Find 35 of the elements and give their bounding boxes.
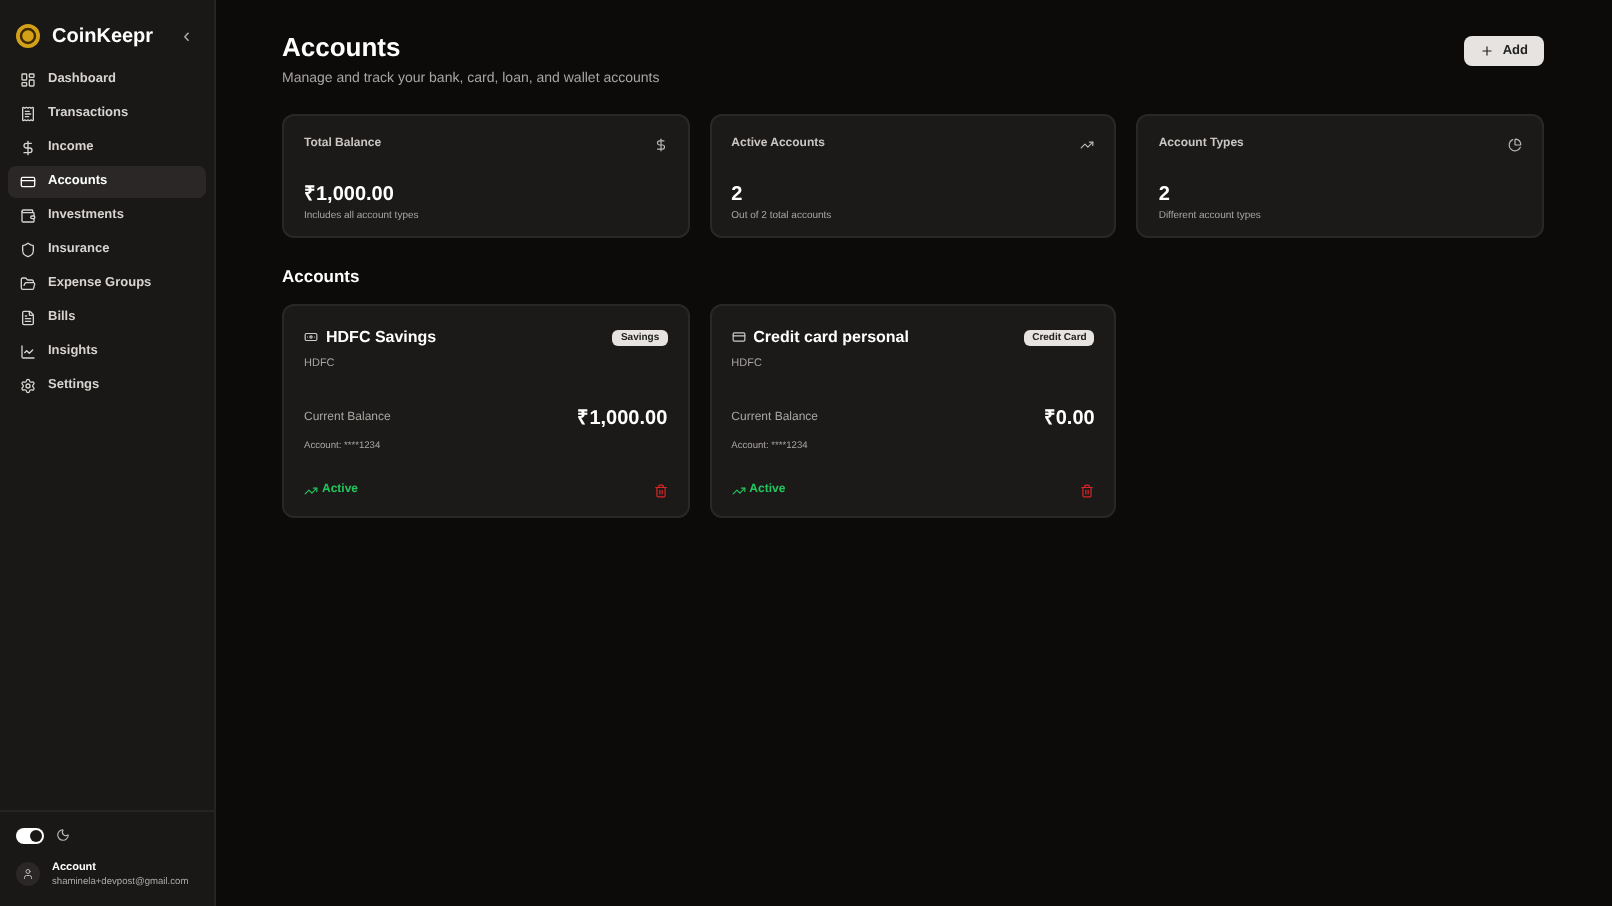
balance-value: ₹1,000.00 <box>577 406 668 434</box>
dashboard-icon <box>20 72 36 88</box>
avatar <box>16 862 40 887</box>
trend-up-icon <box>731 484 746 499</box>
theme-switch[interactable] <box>16 827 44 844</box>
dollar-icon <box>653 138 668 152</box>
coin-logo-icon <box>16 24 40 48</box>
moon-icon <box>56 828 70 843</box>
brand-name: CoinKeepr <box>52 23 154 51</box>
wallet-icon <box>20 208 36 224</box>
card-icon <box>20 174 36 190</box>
card-icon <box>731 330 746 345</box>
stat-value: 2 <box>731 182 745 210</box>
dollar-icon <box>20 140 36 156</box>
account-name: HDFC Savings <box>326 325 437 350</box>
folder-icon <box>20 276 36 292</box>
stat-value: 2 <box>1158 182 1172 210</box>
balance-value: ₹0.00 <box>1043 406 1095 434</box>
stat-value: ₹1,000.00 <box>304 182 396 210</box>
account-name: Credit card personal <box>753 325 909 350</box>
document-icon <box>20 310 36 326</box>
collapse-button[interactable]: ‹ <box>183 21 190 51</box>
page-title: Accounts <box>282 30 403 66</box>
settings-icon <box>20 378 36 394</box>
trend-icon <box>1080 138 1095 152</box>
banknote-icon <box>304 330 318 345</box>
delete-icon[interactable] <box>1080 484 1095 499</box>
receipt-icon <box>20 106 36 122</box>
delete-icon[interactable] <box>653 484 668 499</box>
trend-up-icon <box>304 484 318 499</box>
chart-icon <box>20 344 36 360</box>
shield-icon <box>20 242 36 258</box>
plus-icon <box>1480 44 1495 58</box>
section-title: Accounts <box>282 264 362 290</box>
pie-chart-icon <box>1508 138 1522 152</box>
